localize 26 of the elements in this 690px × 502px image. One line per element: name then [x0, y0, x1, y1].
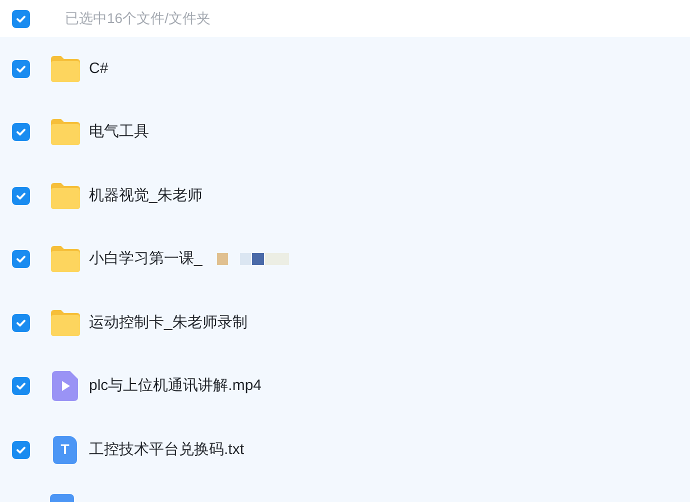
video-file-icon — [52, 371, 78, 402]
file-name[interactable]: 电气工具 — [89, 121, 149, 144]
file-name[interactable]: 运动控制卡_朱老师录制 — [89, 312, 248, 334]
checkbox[interactable] — [12, 440, 30, 459]
file-name[interactable]: C# — [89, 58, 108, 80]
folder-icon — [49, 118, 81, 146]
file-name[interactable]: 工控技术平台兑换码.txt — [89, 438, 244, 461]
checkbox[interactable] — [12, 123, 30, 142]
file-name[interactable]: 机器视觉_朱老师 — [89, 184, 202, 207]
folder-icon — [49, 54, 81, 83]
folder-icon — [49, 308, 81, 337]
checkbox[interactable] — [12, 186, 30, 205]
check-icon — [15, 126, 27, 138]
checkbox[interactable] — [12, 60, 30, 78]
checkbox[interactable] — [12, 10, 30, 28]
checkbox[interactable] — [12, 314, 30, 332]
checkbox[interactable] — [12, 250, 30, 268]
checkbox[interactable] — [12, 377, 30, 396]
file-name[interactable]: plc与上位机通讯讲解.mp4 — [89, 375, 262, 398]
folder-icon — [49, 245, 81, 274]
selection-count: 已选中16个文件/文件夹 — [65, 9, 210, 28]
check-icon — [15, 380, 27, 392]
file-name[interactable]: 小白学习第一课_ — [89, 248, 202, 270]
folder-icon — [49, 182, 81, 210]
check-icon — [15, 253, 27, 266]
text-file-icon: T — [53, 436, 77, 464]
